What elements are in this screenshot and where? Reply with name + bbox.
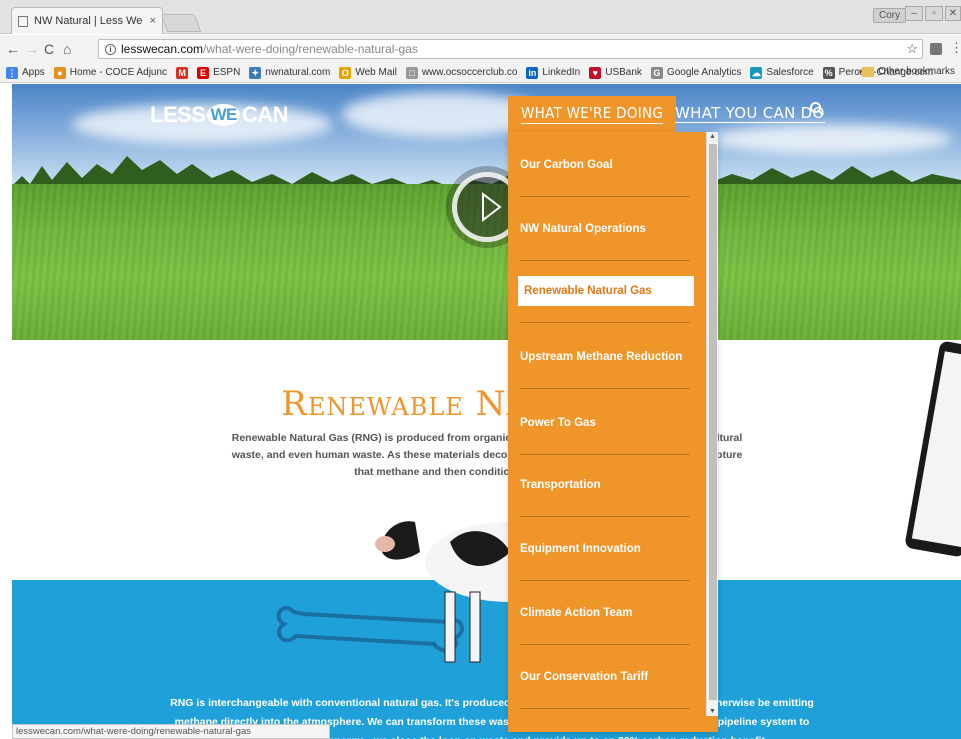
play-icon bbox=[482, 191, 502, 223]
dropdown-item[interactable]: Equipment Innovation bbox=[520, 540, 692, 558]
dropdown-divider bbox=[520, 196, 690, 197]
browser-tab[interactable]: NW Natural | Less We Ca × bbox=[11, 7, 163, 34]
dropdown-item[interactable]: Renewable Natural Gas bbox=[518, 276, 694, 306]
browser-toolbar: ← → C ⌂ i lesswecan.com /what-were-doing… bbox=[0, 35, 961, 63]
hero-banner: LESS WE CAN WHAT WE'RE DOING WHAT YOU CA… bbox=[12, 84, 961, 340]
dropdown-item[interactable]: Upstream Methane Reduction bbox=[520, 348, 692, 366]
bookmark-favicon-icon: O bbox=[339, 66, 352, 79]
bookmark-favicon-icon: ♥ bbox=[589, 66, 602, 79]
tab-title: NW Natural | Less We Ca bbox=[34, 15, 144, 27]
forward-arrow-icon[interactable]: → bbox=[25, 42, 39, 56]
maximize-button[interactable]: ▫ bbox=[925, 6, 943, 21]
scrollbar-thumb[interactable] bbox=[709, 144, 717, 700]
bookmark-favicon-icon: □ bbox=[405, 66, 418, 79]
close-tab-icon[interactable]: × bbox=[150, 15, 156, 27]
bookmark-item[interactable]: ● Home - COCE Adjunc bbox=[53, 66, 168, 79]
logo-we: WE bbox=[207, 104, 240, 126]
dropdown-item[interactable]: Power To Gas bbox=[520, 414, 692, 432]
new-tab-button[interactable] bbox=[160, 14, 202, 32]
scroll-up-icon[interactable]: ▲ bbox=[709, 133, 716, 140]
dropdown-item[interactable]: NW Natural Operations bbox=[520, 220, 692, 238]
bookmark-item[interactable]: G Google Analytics bbox=[650, 66, 742, 79]
phone-illustration bbox=[904, 340, 961, 558]
other-bookmarks-label: Other bookmarks bbox=[878, 66, 955, 77]
bookmark-favicon-icon: ● bbox=[53, 66, 66, 79]
bookmark-label: ESPN bbox=[213, 67, 241, 78]
bookmark-label: Home - COCE Adjunc bbox=[69, 67, 168, 78]
bookmark-label: Apps bbox=[22, 67, 45, 78]
dropdown-scrollbar[interactable]: ▲ ▼ bbox=[706, 132, 718, 716]
bookmark-label: USBank bbox=[605, 67, 642, 78]
bookmark-item[interactable]: in LinkedIn bbox=[526, 66, 581, 79]
dropdown-divider bbox=[520, 322, 690, 323]
bookmark-item[interactable]: E ESPN bbox=[197, 66, 241, 79]
bookmark-favicon-icon: G bbox=[650, 66, 663, 79]
close-window-button[interactable]: ✕ bbox=[945, 6, 961, 21]
dropdown-item[interactable]: Our Conservation Tariff bbox=[520, 668, 692, 686]
url-path: /what-were-doing/renewable-natural-gas bbox=[203, 42, 418, 56]
info-icon[interactable]: i bbox=[105, 43, 116, 55]
bookmark-favicon-icon: % bbox=[822, 66, 835, 79]
page-icon bbox=[18, 15, 28, 27]
bookmark-label: nwnatural.com bbox=[265, 67, 331, 78]
nav-what-were-doing-label: WHAT WE'RE DOING bbox=[521, 104, 664, 124]
section-title: Renewable Natural Gas bbox=[281, 384, 692, 424]
bookmark-star-icon[interactable]: ☆ bbox=[906, 41, 918, 57]
bookmark-favicon-icon: E bbox=[197, 66, 210, 79]
scroll-down-icon[interactable]: ▼ bbox=[709, 708, 716, 715]
bookmark-item[interactable]: □ www.ocsoccerclub.co bbox=[405, 66, 518, 79]
bookmark-favicon-icon: ⋮ bbox=[6, 66, 18, 79]
extension-icon[interactable] bbox=[930, 43, 942, 55]
dropdown-item[interactable]: Climate Action Team bbox=[520, 604, 692, 622]
web-page: LESS WE CAN WHAT WE'RE DOING WHAT YOU CA… bbox=[12, 84, 961, 739]
dropdown-item[interactable]: Transportation bbox=[520, 476, 692, 494]
browser-titlebar: NW Natural | Less We Ca × Cory – ▫ ✕ bbox=[0, 0, 961, 34]
dropdown-item[interactable]: Our Carbon Goal bbox=[520, 156, 692, 174]
browser-menu-icon[interactable]: ⋮ bbox=[950, 40, 961, 56]
minimize-button[interactable]: – bbox=[905, 6, 923, 21]
url-domain: lesswecan.com bbox=[121, 42, 204, 56]
status-bar-url: lesswecan.com/what-were-doing/renewable-… bbox=[12, 724, 330, 739]
reload-icon[interactable]: C bbox=[44, 42, 54, 56]
bookmark-item[interactable]: ✦ nwnatural.com bbox=[249, 66, 331, 79]
bookmark-favicon-icon: M bbox=[176, 66, 189, 79]
bookmark-item[interactable]: ☁ Salesforce bbox=[750, 66, 814, 79]
bookmark-label: LinkedIn bbox=[542, 67, 581, 78]
nav-what-you-can-do[interactable]: WHAT YOU CAN DO bbox=[675, 104, 825, 123]
nav-what-were-doing[interactable]: WHAT WE'RE DOING bbox=[508, 96, 677, 132]
bookmark-favicon-icon: ☁ bbox=[750, 66, 763, 79]
site-logo[interactable]: LESS WE CAN bbox=[150, 102, 289, 128]
dropdown-divider bbox=[520, 516, 690, 517]
folder-icon bbox=[862, 66, 875, 77]
dropdown-divider bbox=[520, 644, 690, 645]
dropdown-divider bbox=[520, 454, 690, 455]
back-arrow-icon[interactable]: ← bbox=[6, 42, 20, 56]
bookmark-item[interactable]: M bbox=[176, 66, 189, 79]
nav-dropdown-menu: Our Carbon Goal NW Natural Operations Rene… bbox=[508, 132, 718, 732]
logo-can: CAN bbox=[241, 102, 289, 127]
logo-less: LESS bbox=[150, 102, 206, 127]
bookmarks-bar: ⋮ Apps ● Home - COCE Adjunc M E ESPN ✦ nwnatural… bbox=[0, 63, 961, 83]
profile-button[interactable]: Cory bbox=[873, 8, 907, 23]
search-icon[interactable] bbox=[809, 101, 825, 117]
bookmark-label: Web Mail bbox=[355, 67, 397, 78]
bookmark-label: www.ocsoccerclub.co bbox=[421, 67, 518, 78]
address-bar[interactable]: i lesswecan.com /what-were-doing/renewab… bbox=[98, 39, 923, 59]
other-bookmarks[interactable]: Other bookmarks bbox=[862, 66, 955, 77]
dropdown-divider bbox=[520, 388, 690, 389]
bookmark-item[interactable]: ⋮ Apps bbox=[6, 66, 45, 79]
bookmark-favicon-icon: in bbox=[526, 66, 539, 79]
home-icon[interactable]: ⌂ bbox=[63, 42, 71, 56]
dropdown-divider bbox=[520, 580, 690, 581]
dropdown-divider bbox=[520, 260, 690, 261]
bookmark-label: Salesforce bbox=[766, 67, 814, 78]
dropdown-divider bbox=[520, 708, 690, 709]
bookmark-item[interactable]: O Web Mail bbox=[339, 66, 397, 79]
bookmark-label: Google Analytics bbox=[666, 67, 742, 78]
bookmark-favicon-icon: ✦ bbox=[249, 66, 262, 79]
bookmark-item[interactable]: ♥ USBank bbox=[589, 66, 642, 79]
